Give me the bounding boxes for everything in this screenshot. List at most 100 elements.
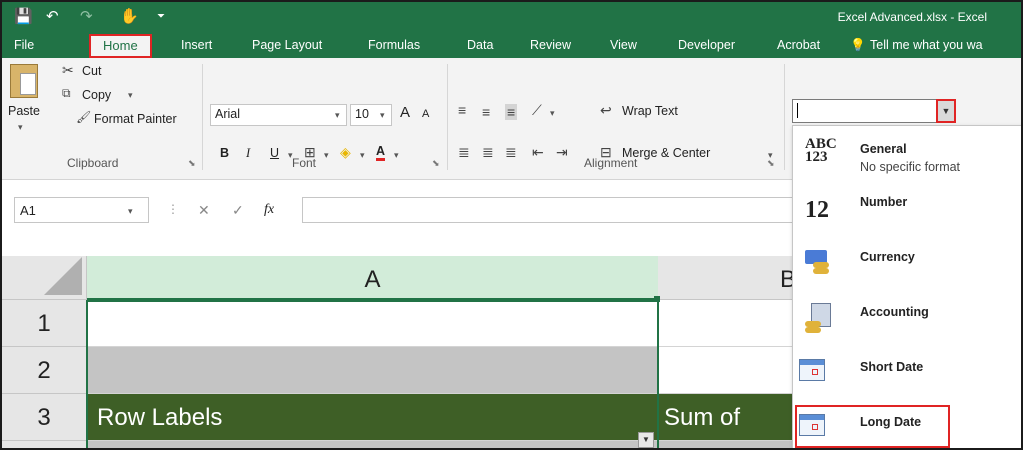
- menu-item-label: Accounting: [860, 305, 929, 319]
- align-right-icon[interactable]: ≣: [505, 144, 517, 161]
- cell-a1[interactable]: [87, 300, 658, 347]
- shrink-font-button[interactable]: A: [422, 108, 429, 120]
- ribbon-tabs: File Home Insert Page Layout Formulas Da…: [2, 32, 1021, 58]
- underline-button[interactable]: U: [270, 146, 279, 160]
- tab-formulas[interactable]: Formulas: [368, 38, 420, 52]
- cell-a3[interactable]: Row Labels: [87, 394, 658, 441]
- menu-item-sublabel: No specific format: [860, 160, 961, 174]
- number-format-menu: ABC 123 General No specific format 12 Nu…: [792, 125, 1021, 448]
- fill-color-dropdown-icon[interactable]: ▾: [360, 150, 365, 161]
- enter-icon[interactable]: ✓: [232, 202, 244, 219]
- tab-view[interactable]: View: [610, 38, 637, 52]
- italic-button[interactable]: I: [246, 146, 250, 161]
- orientation-dropdown-icon[interactable]: ▾: [550, 108, 555, 119]
- paste-button[interactable]: Paste: [8, 104, 40, 118]
- touch-mode-icon[interactable]: ✋: [120, 7, 139, 25]
- insert-function-icon[interactable]: fx: [264, 202, 274, 218]
- increase-indent-icon[interactable]: ⇥: [556, 144, 568, 161]
- menu-item-currency[interactable]: Currency: [793, 238, 1021, 293]
- font-launcher-icon[interactable]: ⬊: [432, 158, 440, 169]
- align-center-icon[interactable]: ≣: [482, 144, 494, 161]
- decrease-indent-icon[interactable]: ⇤: [532, 144, 544, 161]
- tab-acrobat[interactable]: Acrobat: [777, 38, 820, 52]
- tab-data[interactable]: Data: [467, 38, 493, 52]
- paste-dropdown-icon[interactable]: ▾: [18, 122, 23, 133]
- separator-dots: ⋮: [167, 202, 179, 216]
- tab-review[interactable]: Review: [530, 38, 571, 52]
- tell-me-search[interactable]: Tell me what you wa: [870, 38, 983, 52]
- wrap-text-button[interactable]: Wrap Text: [622, 104, 678, 118]
- lightbulb-icon: 💡: [850, 38, 866, 52]
- row-labels-text: Row Labels: [97, 404, 223, 431]
- format-painter-icon: 🖌: [76, 110, 92, 124]
- menu-item-label: General: [860, 142, 907, 156]
- formula-input[interactable]: [302, 197, 802, 223]
- grow-font-button[interactable]: A: [400, 104, 410, 121]
- menu-item-label: Short Date: [860, 360, 924, 374]
- customize-toolbar-icon[interactable]: ⏷: [157, 11, 165, 22]
- tab-file[interactable]: File: [14, 38, 34, 52]
- font-color-dropdown-icon[interactable]: ▾: [394, 150, 399, 161]
- row-header-4[interactable]: [2, 441, 87, 448]
- menu-item-label: Number: [860, 195, 908, 209]
- row-header-3[interactable]: 3: [2, 394, 87, 441]
- font-name-dropdown-icon[interactable]: ▾: [335, 110, 340, 121]
- font-size-field[interactable]: 10: [350, 104, 392, 126]
- bottom-align-icon[interactable]: ≡: [505, 104, 518, 120]
- menu-item-general[interactable]: ABC 123 General No specific format: [793, 128, 1021, 183]
- save-icon[interactable]: 💾: [14, 7, 33, 25]
- menu-item-accounting[interactable]: Accounting: [793, 293, 1021, 348]
- numbers-text: 123: [805, 149, 828, 165]
- font-name-field[interactable]: Arial: [210, 104, 347, 126]
- font-size-dropdown-icon[interactable]: ▾: [380, 110, 385, 121]
- menu-item-short-date[interactable]: Short Date: [793, 348, 1021, 403]
- menu-item-number[interactable]: 12 Number: [793, 183, 1021, 238]
- fill-handle[interactable]: [654, 296, 660, 302]
- undo-icon[interactable]: ↶: [46, 7, 59, 25]
- twelve-text: 12: [805, 197, 829, 223]
- short-date-calendar-icon: [799, 359, 825, 381]
- format-painter-button[interactable]: Format Painter: [94, 112, 177, 126]
- number-format-field[interactable]: [792, 99, 939, 123]
- text-caret: [797, 103, 798, 118]
- row-header-2[interactable]: 2: [2, 347, 87, 394]
- column-header-a[interactable]: A: [87, 256, 658, 300]
- tab-developer[interactable]: Developer: [678, 38, 735, 52]
- middle-align-icon[interactable]: ≡: [482, 104, 490, 120]
- copy-icon: ⧉: [62, 86, 71, 100]
- fill-color-icon[interactable]: ◈: [340, 144, 351, 161]
- currency-icon: [801, 244, 837, 282]
- general-format-icon: ABC 123: [801, 134, 837, 172]
- borders-dropdown-icon[interactable]: ▾: [324, 150, 329, 161]
- clipboard-group-label: Clipboard: [67, 156, 119, 170]
- top-align-icon[interactable]: ≡: [458, 102, 466, 118]
- orientation-icon[interactable]: ⟋: [532, 102, 542, 119]
- redo-icon[interactable]: ↷: [80, 7, 93, 25]
- excel-window: 💾 ↶ ↷ ✋ ⏷ Excel Advanced.xlsx - Excel Fi…: [0, 0, 1023, 450]
- row-header-1[interactable]: 1: [2, 300, 87, 347]
- cell-a2[interactable]: [87, 347, 658, 394]
- align-left-icon[interactable]: ≣: [458, 144, 470, 161]
- copy-dropdown-icon[interactable]: ▾: [128, 90, 133, 101]
- filter-dropdown-icon[interactable]: ▼: [638, 432, 654, 448]
- name-box-dropdown-icon[interactable]: ▾: [128, 206, 133, 217]
- font-color-button[interactable]: A: [376, 144, 386, 161]
- group-separator: [447, 64, 448, 170]
- cell-a4[interactable]: [87, 441, 658, 448]
- copy-button[interactable]: Copy: [82, 88, 111, 102]
- bold-button[interactable]: B: [220, 146, 229, 160]
- group-separator: [202, 64, 203, 170]
- select-all-button[interactable]: [2, 256, 87, 300]
- alignment-launcher-icon[interactable]: ⬊: [767, 158, 775, 169]
- tab-home[interactable]: Home: [89, 34, 152, 58]
- number-format-icon: 12: [801, 189, 837, 227]
- tab-page-layout[interactable]: Page Layout: [252, 38, 322, 52]
- tab-insert[interactable]: Insert: [181, 38, 212, 52]
- clipboard-launcher-icon[interactable]: ⬊: [188, 158, 196, 169]
- long-date-highlight: [795, 405, 950, 448]
- accounting-icon: [801, 299, 837, 337]
- number-format-dropdown-button[interactable]: ▼: [936, 99, 956, 123]
- paste-icon[interactable]: [10, 64, 38, 98]
- cancel-icon[interactable]: ✕: [198, 202, 210, 219]
- cut-button[interactable]: Cut: [82, 64, 101, 78]
